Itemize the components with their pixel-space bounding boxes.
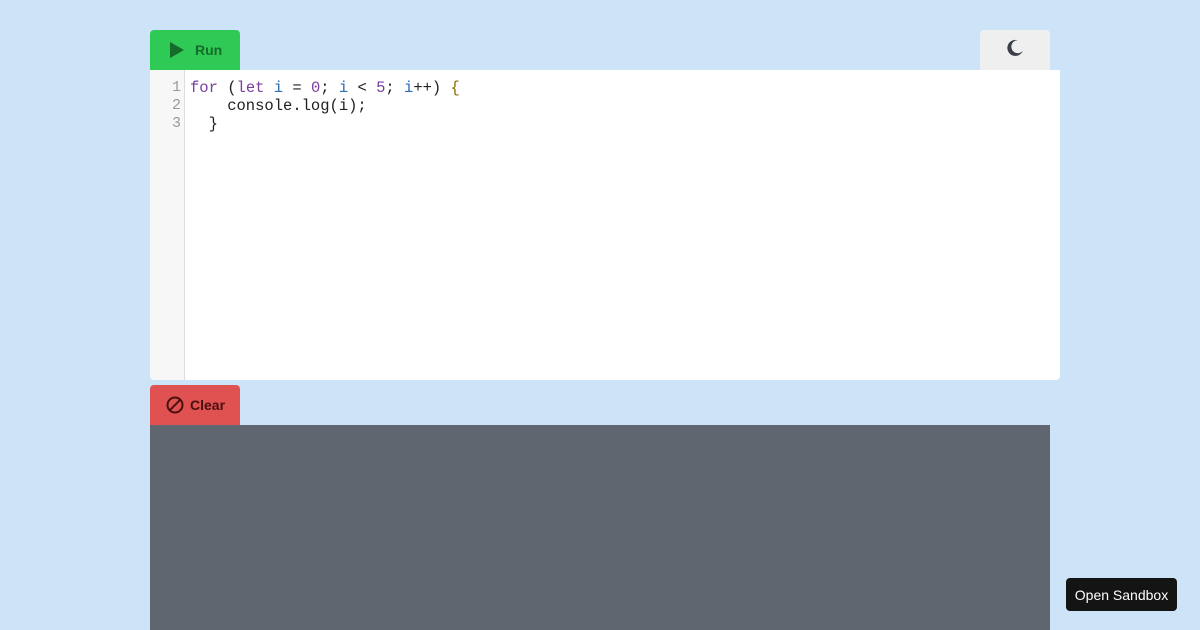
open-sandbox-label: Open Sandbox	[1074, 586, 1169, 603]
code-line[interactable]: console.log(i);	[190, 97, 460, 115]
ban-icon	[165, 395, 185, 415]
line-number: 1	[171, 79, 181, 96]
run-button-label: Run	[195, 42, 223, 58]
moon-icon	[1005, 38, 1025, 63]
line-number: 3	[171, 115, 181, 132]
theme-toggle-button[interactable]	[980, 30, 1050, 70]
code-content[interactable]: for (let i = 0; i < 5; i++) { console.lo…	[190, 79, 460, 133]
code-line[interactable]: }	[190, 115, 460, 133]
clear-button[interactable]: Clear	[150, 385, 240, 425]
line-number-gutter: 1 2 3	[150, 70, 185, 380]
play-icon	[168, 41, 186, 59]
clear-button-label: Clear	[190, 397, 226, 413]
code-editor[interactable]: 1 2 3 for (let i = 0; i < 5; i++) { cons…	[150, 70, 1060, 380]
line-number: 2	[171, 97, 181, 114]
open-sandbox-button[interactable]: Open Sandbox	[1066, 578, 1177, 611]
code-line[interactable]: for (let i = 0; i < 5; i++) {	[190, 79, 460, 97]
run-button[interactable]: Run	[150, 30, 240, 70]
console-output	[150, 425, 1050, 630]
